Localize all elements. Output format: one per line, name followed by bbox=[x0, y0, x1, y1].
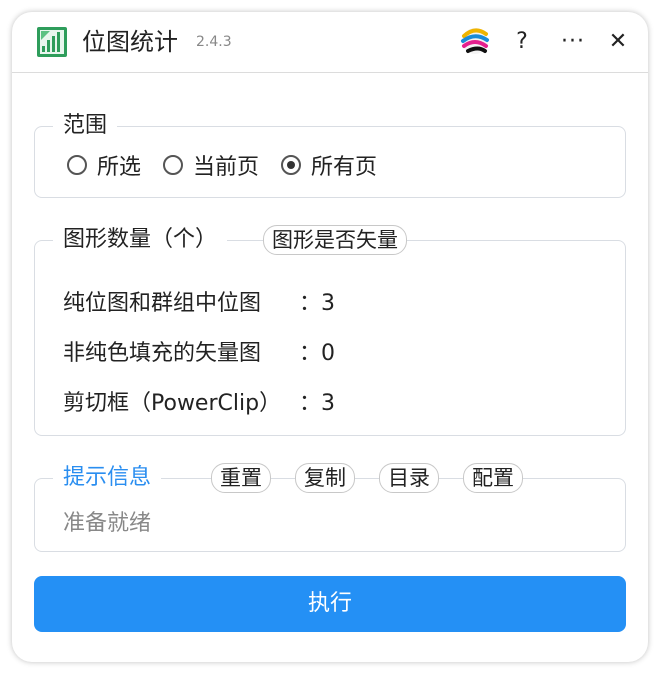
help-button[interactable]: ? bbox=[508, 26, 536, 58]
stat-colon: ： bbox=[299, 291, 322, 316]
scope-group: 范围 所选 当前页 所有页 bbox=[34, 111, 626, 198]
reset-button[interactable]: 重置 bbox=[211, 463, 271, 493]
config-button[interactable]: 配置 bbox=[463, 463, 523, 493]
stat-value: 3 bbox=[321, 291, 335, 316]
counts-legend: 图形数量（个） bbox=[53, 225, 228, 255]
copy-button[interactable]: 复制 bbox=[295, 463, 355, 493]
radio-circle-checked[interactable] bbox=[281, 155, 302, 175]
radio-label: 当前页 bbox=[193, 155, 260, 180]
title-bar: 位图统计 2.4.3 ? ··· ✕ bbox=[12, 12, 648, 73]
stat-row-vectors: 非纯色填充的矢量图 ：0 bbox=[63, 335, 335, 367]
stat-colon: ： bbox=[299, 391, 322, 416]
info-group: 提示信息 重置 复制 目录 配置 准备就绪 bbox=[34, 463, 626, 552]
stat-row-bitmaps: 纯位图和群组中位图 ：3 bbox=[63, 285, 335, 317]
radio-all-pages[interactable]: 所有页 bbox=[281, 149, 377, 181]
status-message: 准备就绪 bbox=[63, 511, 152, 536]
plugin-window: 位图统计 2.4.3 ? ··· ✕ 范围 所选 当前页 所有页 图形数量（个）… bbox=[12, 12, 648, 662]
brand-logo-icon[interactable] bbox=[458, 24, 492, 58]
scope-radio-group: 所选 当前页 所有页 bbox=[67, 149, 399, 181]
scope-legend: 范围 bbox=[53, 111, 118, 141]
radio-label: 所有页 bbox=[311, 155, 378, 180]
bitmap-stats-icon bbox=[37, 27, 67, 57]
stat-name: 剪切框（PowerClip） bbox=[63, 391, 282, 416]
app-version: 2.4.3 bbox=[196, 34, 232, 50]
radio-circle[interactable] bbox=[67, 155, 87, 175]
run-button[interactable]: 执行 bbox=[34, 576, 626, 632]
counts-group: 图形数量（个） 图形是否矢量 纯位图和群组中位图 ：3 非纯色填充的矢量图 ：0 剪… bbox=[34, 225, 626, 436]
radio-selected[interactable]: 所选 bbox=[67, 149, 141, 181]
radio-label: 所选 bbox=[97, 155, 142, 180]
stat-colon: ： bbox=[299, 341, 322, 366]
more-button[interactable]: ··· bbox=[556, 26, 590, 58]
app-title: 位图统计 bbox=[82, 28, 178, 56]
info-legend: 提示信息 bbox=[53, 463, 162, 493]
stat-value: 3 bbox=[321, 391, 335, 416]
stat-name: 非纯色填充的矢量图 bbox=[63, 341, 262, 366]
radio-circle[interactable] bbox=[163, 155, 184, 175]
directory-button[interactable]: 目录 bbox=[379, 463, 439, 493]
radio-current-page[interactable]: 当前页 bbox=[163, 149, 259, 181]
stat-name: 纯位图和群组中位图 bbox=[63, 291, 262, 316]
stat-row-powerclip: 剪切框（PowerClip） ：3 bbox=[63, 385, 335, 417]
close-button[interactable]: ✕ bbox=[604, 26, 632, 58]
vector-check-button[interactable]: 图形是否矢量 bbox=[263, 225, 407, 255]
stat-value: 0 bbox=[321, 341, 335, 366]
